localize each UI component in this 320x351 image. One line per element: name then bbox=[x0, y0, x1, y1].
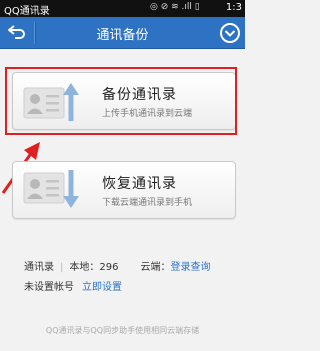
chevron-down-circle-icon bbox=[220, 23, 240, 43]
status-app-name: QQ通讯录 bbox=[4, 6, 50, 17]
local-label: 本地： bbox=[69, 262, 100, 273]
page-title: 通讯备份 bbox=[96, 28, 149, 43]
account-status: 未设置帐号 bbox=[24, 282, 74, 293]
restore-contacts-button[interactable]: 恢复通讯录 下载云端通讯录到手机 bbox=[12, 161, 236, 219]
account-info-row: 未设置帐号 立即设置 bbox=[24, 278, 122, 293]
contacts-label: 通讯录 bbox=[24, 262, 54, 273]
menu-button[interactable] bbox=[219, 22, 241, 44]
title-bar: 通讯备份 bbox=[0, 17, 245, 49]
footer-note: QQ通讯录与QQ同步助手使用相同云端存储 bbox=[45, 326, 200, 335]
contacts-info-row: 通讯录 | 本地：296 云端：登录查询 bbox=[24, 258, 210, 273]
highlight-frame bbox=[5, 67, 237, 135]
status-icons: ◎ ⊘ ≋ .ıll ▯ bbox=[150, 2, 200, 12]
status-bar: QQ通讯录 ◎ ⊘ ≋ .ıll ▯ 1:3 bbox=[0, 0, 245, 17]
cloud-login-link[interactable]: 登录查询 bbox=[170, 262, 210, 273]
setup-account-link[interactable]: 立即设置 bbox=[82, 282, 122, 293]
restore-subtitle: 下载云端通讯录到手机 bbox=[102, 198, 193, 208]
status-time: 1:3 bbox=[225, 2, 242, 13]
local-count: 296 bbox=[99, 262, 119, 273]
contact-download-icon bbox=[23, 170, 79, 208]
separator: | bbox=[60, 262, 64, 273]
restore-title: 恢复通讯录 bbox=[102, 176, 177, 192]
cloud-label: 云端： bbox=[140, 262, 171, 273]
